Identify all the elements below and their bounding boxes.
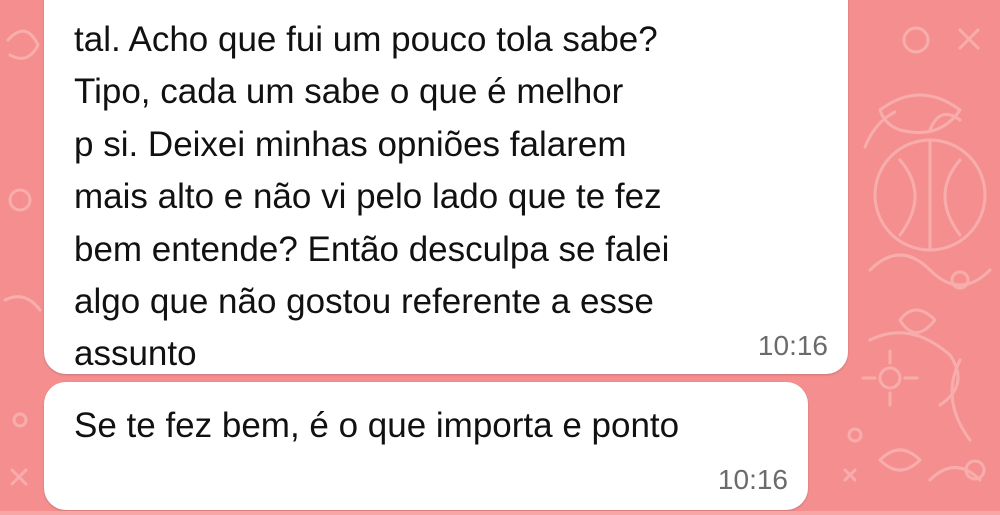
- bottom-divider: [0, 511, 1000, 515]
- message-timestamp: 10:16: [757, 330, 828, 361]
- message-bubble[interactable]: tal. Acho que fui um pouco tola sabe? Ti…: [44, 0, 848, 374]
- message-bubble[interactable]: Se te fez bem, é o que importa e ponto 1…: [44, 382, 808, 510]
- message-text: Se te fez bem, é o que importa e ponto: [74, 406, 680, 445]
- message-timestamp: 10:16: [717, 464, 788, 495]
- message-text: tal. Acho que fui um pouco tola sabe? Ti…: [74, 20, 670, 374]
